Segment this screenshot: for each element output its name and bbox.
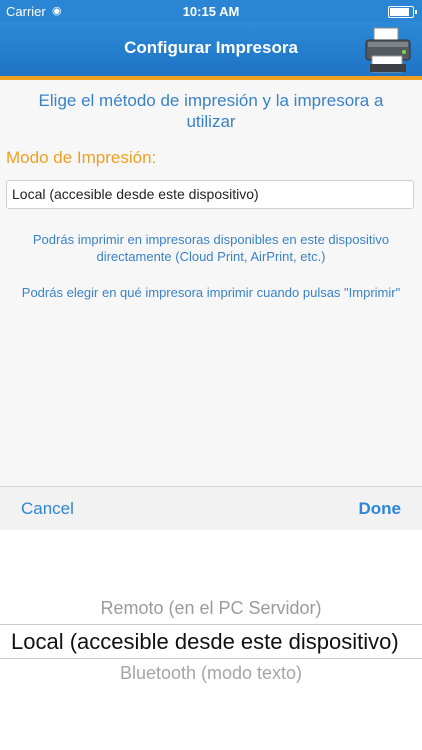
instructions-text: Elige el método de impresión y la impres… [38,91,384,131]
print-mode-picker[interactable]: Remoto (en el PC Servidor) Local (accesi… [0,530,422,750]
picker-toolbar: Cancel Done [0,486,422,531]
status-time: 10:15 AM [182,4,240,19]
battery-tip [415,10,417,14]
print-mode-field[interactable]: Local (accesible desde este dispositivo) [6,180,414,209]
cancel-button[interactable]: Cancel [21,499,74,519]
picker-option-local-selected[interactable]: Local (accesible desde este dispositivo) [0,624,422,659]
battery-fill [390,8,409,16]
print-mode-label: Modo de Impresión: [6,148,157,167]
settings-panel: Elige el método de impresión y la impres… [0,80,422,486]
picker-option-bluetooth[interactable]: Bluetooth (modo texto) [0,663,422,684]
page-title: Configurar Impresora [124,38,298,57]
local-help-text: Podrás imprimir en impresoras disponible… [32,232,390,264]
printer-icon [365,27,411,73]
status-bar: Carrier ◉ 10:15 AM [0,0,422,22]
done-button[interactable]: Done [359,499,402,519]
print-choice-help-text: Podrás elegir en qué impresora imprimir … [21,285,401,300]
battery-icon [388,6,417,18]
picker-option-remote[interactable]: Remoto (en el PC Servidor) [0,598,422,619]
navigation-bar: Configurar Impresora [0,22,422,80]
